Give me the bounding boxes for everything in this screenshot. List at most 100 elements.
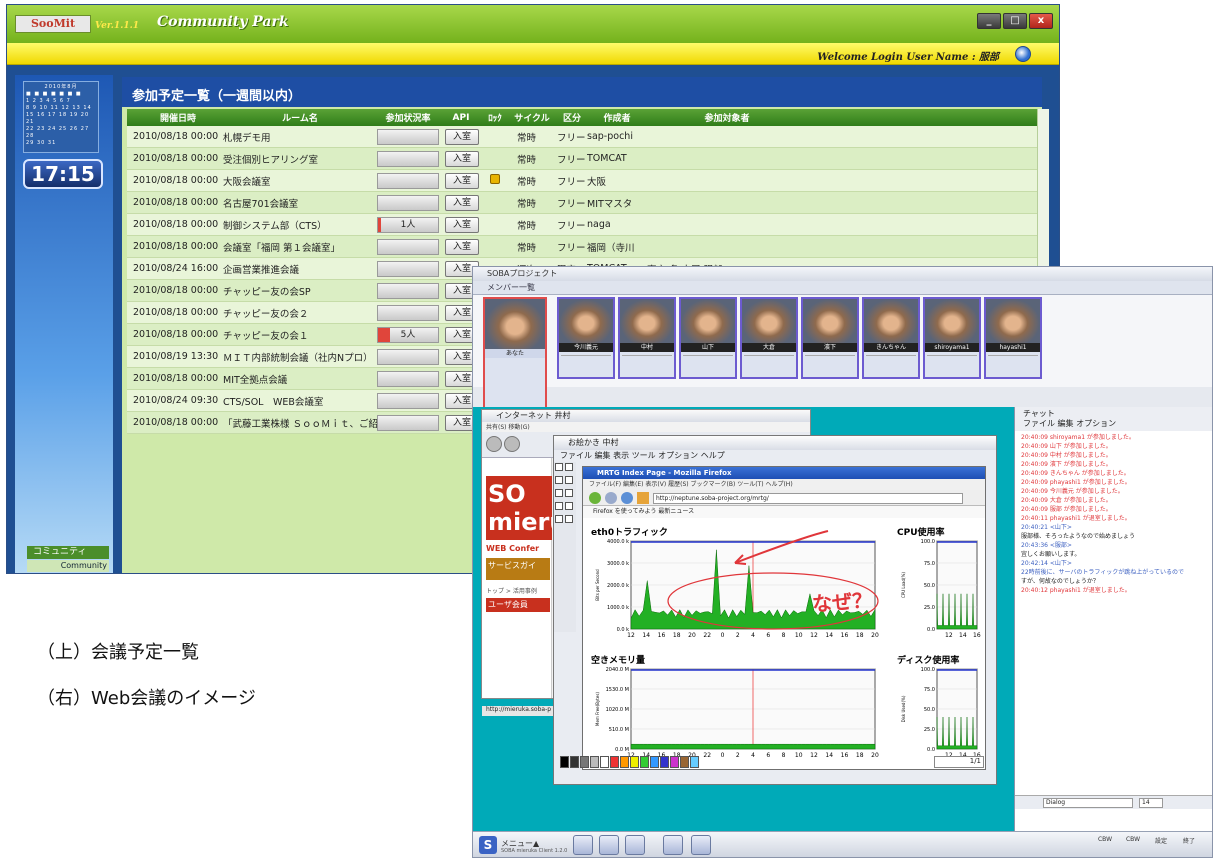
- volume-control[interactable]: [683, 355, 733, 375]
- chat-menu[interactable]: ファイル 編集 オプション: [1023, 419, 1206, 429]
- self-video[interactable]: あなた: [483, 297, 547, 409]
- settings-button[interactable]: 設定: [1151, 836, 1171, 856]
- volume-control[interactable]: [744, 355, 794, 375]
- col-creator[interactable]: 作成者: [587, 111, 647, 124]
- member-video[interactable]: 今川義元: [557, 297, 615, 379]
- palette-color[interactable]: [620, 756, 629, 768]
- palette-color[interactable]: [650, 756, 659, 768]
- font-select[interactable]: Dialog: [1043, 798, 1133, 808]
- palette-color[interactable]: [680, 756, 689, 768]
- table-row[interactable]: 2010/08/18 00:00 会議室「福岡 第１会議室」 入室 常時 フリー 福岡（寺…: [127, 236, 1037, 258]
- col-target[interactable]: 参加対象者: [647, 111, 807, 124]
- maximize-button[interactable]: □: [1003, 13, 1027, 29]
- app-icon-5[interactable]: [691, 835, 711, 855]
- palette-color[interactable]: [670, 756, 679, 768]
- palette-color[interactable]: [610, 756, 619, 768]
- palette-color[interactable]: [590, 756, 599, 768]
- col-lock[interactable]: ﾛｯｸ: [483, 111, 507, 124]
- volume-control[interactable]: [988, 355, 1038, 375]
- text-tool-icon[interactable]: [555, 515, 563, 523]
- line-tool-icon[interactable]: [555, 476, 563, 484]
- community-sublabel[interactable]: Community: [27, 560, 109, 572]
- fill-tool-icon[interactable]: [565, 489, 573, 497]
- stamp-tool-icon[interactable]: [555, 502, 563, 510]
- member-video[interactable]: 濱下: [801, 297, 859, 379]
- soba-logo-icon[interactable]: S: [479, 836, 497, 854]
- app-icon-1[interactable]: [573, 835, 593, 855]
- table-row[interactable]: 2010/08/18 00:00 大阪会議室 入室 常時 フリー 大阪: [127, 170, 1037, 192]
- table-row[interactable]: 2010/08/18 00:00 札幌デモ用 入室 常時 フリー sap-pochi: [127, 126, 1037, 148]
- enter-button[interactable]: 入室: [445, 128, 479, 145]
- community-tab[interactable]: コミュニティ: [27, 546, 109, 559]
- member-video[interactable]: 大倉: [740, 297, 798, 379]
- app-icon-4[interactable]: [663, 835, 683, 855]
- col-kind[interactable]: 区分: [557, 111, 587, 124]
- home-icon[interactable]: [637, 492, 649, 504]
- page-indicator[interactable]: 1/1: [934, 756, 984, 768]
- mini-calendar[interactable]: 2010年8月 ■ ■ ■ ■ ■ ■ ■ 1 2 3 4 5 6 78 9 10…: [23, 81, 99, 153]
- url-field[interactable]: http://neptune.soba-project.org/mrtg/: [653, 493, 963, 504]
- member-video[interactable]: 山下: [679, 297, 737, 379]
- col-cycle[interactable]: サイクル: [507, 111, 557, 124]
- pen-tool-icon[interactable]: [565, 463, 573, 471]
- handwritten-annotation: なぜ？: [811, 587, 873, 617]
- palette-color[interactable]: [580, 756, 589, 768]
- palette-color[interactable]: [640, 756, 649, 768]
- palette-color[interactable]: [560, 756, 569, 768]
- enter-button[interactable]: 入室: [445, 150, 479, 167]
- member-video[interactable]: きんちゃん: [862, 297, 920, 379]
- exit-button[interactable]: 終了: [1179, 836, 1199, 856]
- member-video[interactable]: shiroyama1: [923, 297, 981, 379]
- palette-color[interactable]: [600, 756, 609, 768]
- volume-control[interactable]: [622, 355, 672, 375]
- volume-control[interactable]: [866, 355, 916, 375]
- arrow-tool-icon[interactable]: [565, 502, 573, 510]
- x-tick-label: 20: [871, 632, 879, 639]
- forward-icon[interactable]: [504, 436, 520, 452]
- volume-control[interactable]: [561, 355, 611, 375]
- table-row[interactable]: 2010/08/18 00:00 制御システム部（CTS） 1人 入室 常時 フリー nag…: [127, 214, 1037, 236]
- firefox-menu[interactable]: ファイル(F) 編集(E) 表示(V) 履歴(S) ブックマーク(B) ツール(…: [583, 479, 985, 490]
- enter-button[interactable]: 入室: [445, 238, 479, 255]
- member-video[interactable]: hayashi1: [984, 297, 1042, 379]
- enter-button[interactable]: 入室: [445, 216, 479, 233]
- color-palette[interactable]: [560, 756, 760, 770]
- reload-icon[interactable]: [621, 492, 633, 504]
- forward-icon[interactable]: [605, 492, 617, 504]
- ellipse-tool-icon[interactable]: [555, 489, 563, 497]
- ie-menu[interactable]: 共有(S) 移動(G): [482, 422, 810, 432]
- table-row[interactable]: 2010/08/18 00:00 受注個別ヒアリング室 入室 常時 フリー TOMCAT: [127, 148, 1037, 170]
- col-api[interactable]: API: [439, 113, 483, 123]
- member-video[interactable]: 中村: [618, 297, 676, 379]
- cbw-button-1[interactable]: CBW: [1095, 836, 1115, 856]
- app-icon-2[interactable]: [599, 835, 619, 855]
- close-button[interactable]: x: [1029, 13, 1053, 29]
- rect-tool-icon[interactable]: [565, 476, 573, 484]
- back-icon[interactable]: [486, 436, 502, 452]
- back-icon[interactable]: [589, 492, 601, 504]
- service-guide-button[interactable]: サービスガイ: [486, 558, 550, 580]
- font-size-select[interactable]: 14: [1139, 798, 1163, 808]
- palette-color[interactable]: [570, 756, 579, 768]
- volume-control[interactable]: [805, 355, 855, 375]
- eraser-tool-icon[interactable]: [565, 515, 573, 523]
- palette-color[interactable]: [690, 756, 699, 768]
- col-date[interactable]: 開催日時: [127, 111, 223, 124]
- palette-color[interactable]: [660, 756, 669, 768]
- drawing-toolbox[interactable]: [554, 462, 576, 632]
- table-row[interactable]: 2010/08/18 00:00 名古屋701会議室 入室 常時 フリー MITマスタ: [127, 192, 1037, 214]
- drawing-menu[interactable]: ファイル 編集 表示 ツール オプション ヘルプ: [554, 450, 996, 462]
- palette-color[interactable]: [630, 756, 639, 768]
- breadcrumb[interactable]: トップ > 活用事例: [486, 586, 537, 595]
- enter-button[interactable]: 入室: [445, 172, 479, 189]
- cbw-button-2[interactable]: CBW: [1123, 836, 1143, 856]
- app-icon-3[interactable]: [625, 835, 645, 855]
- enter-button[interactable]: 入室: [445, 194, 479, 211]
- bookmark-bar[interactable]: Firefox を使ってみよう 最新ニュース: [583, 506, 985, 518]
- col-status[interactable]: 参加状況率: [377, 111, 439, 124]
- minimize-button[interactable]: _: [977, 13, 1001, 29]
- volume-control[interactable]: [927, 355, 977, 375]
- select-tool-icon[interactable]: [555, 463, 563, 471]
- user-icon[interactable]: [1015, 46, 1031, 62]
- col-room[interactable]: ルーム名: [223, 111, 377, 124]
